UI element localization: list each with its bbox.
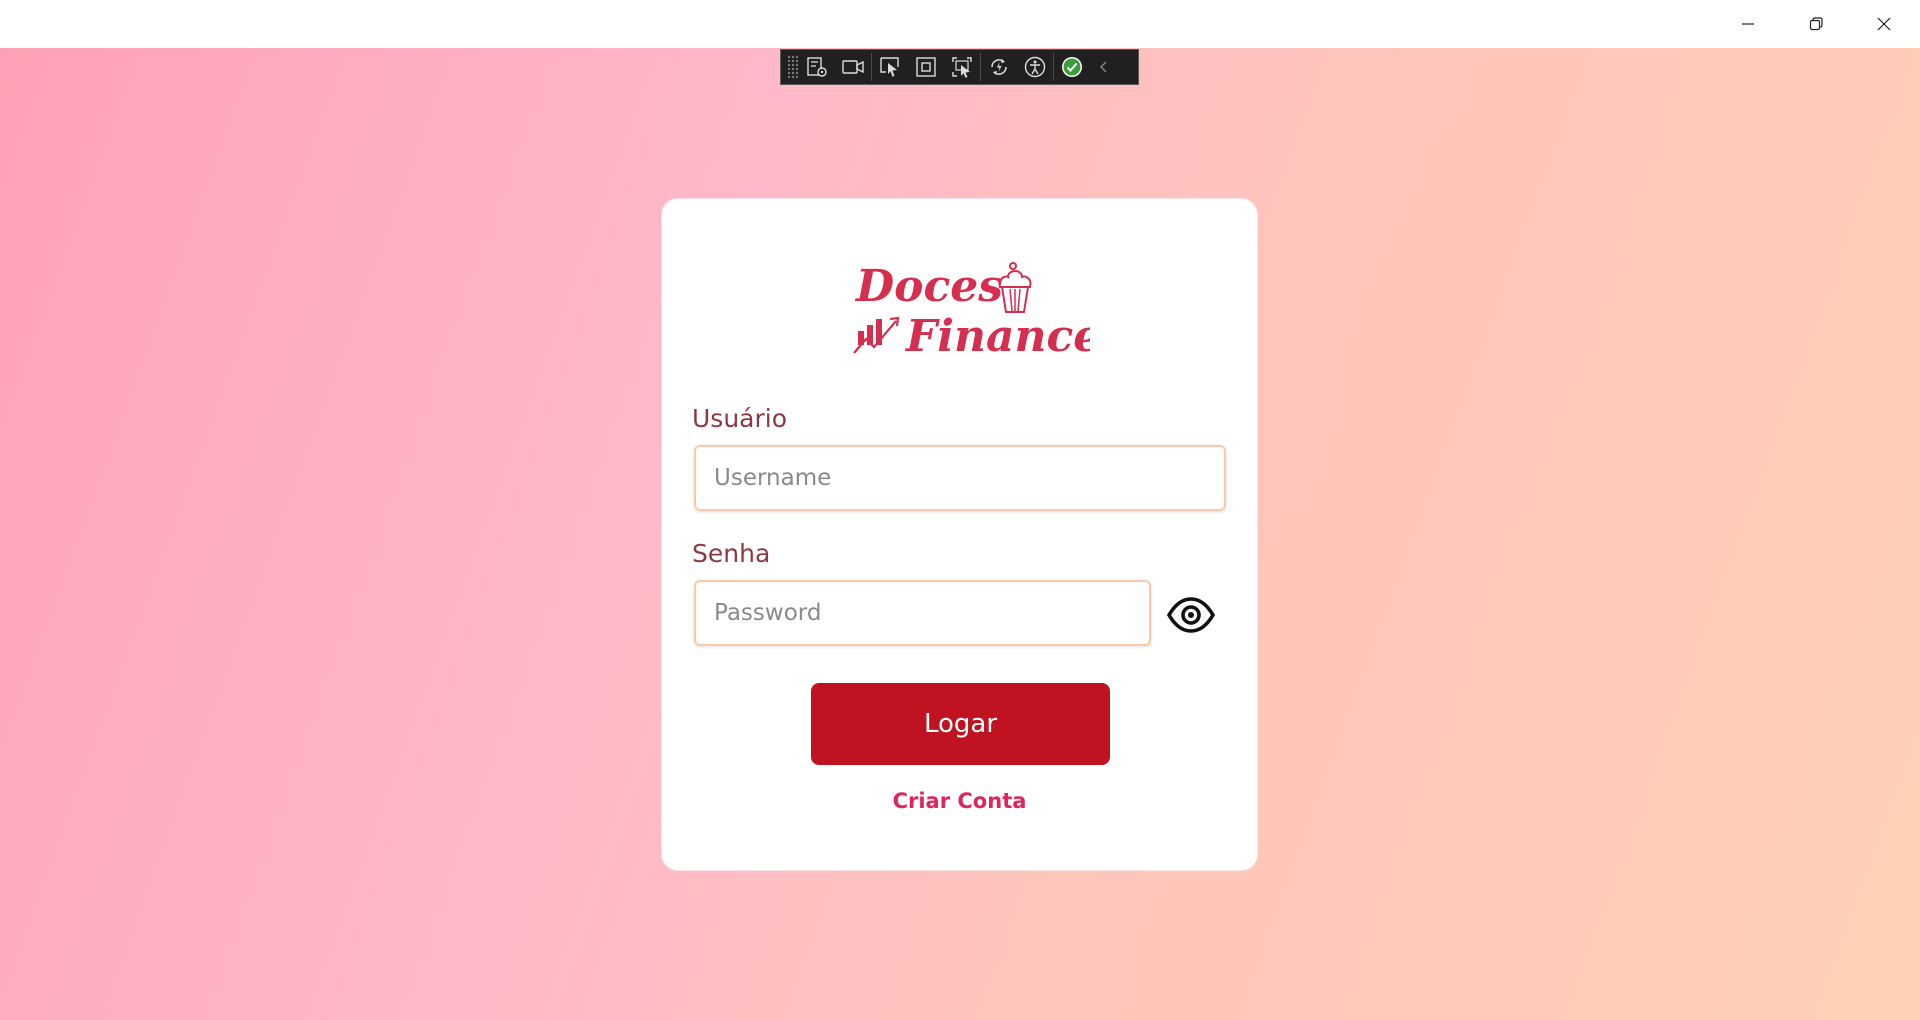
live-visual-tree-button[interactable] [799,50,835,84]
username-input[interactable] [694,445,1226,511]
select-element-icon [880,57,899,77]
close-button[interactable] [1850,0,1918,48]
cupcake-icon [998,262,1032,313]
collapse-icon [1100,61,1107,73]
display-layout-adorners-icon [916,57,936,77]
track-focus-icon [952,57,972,78]
restore-button[interactable] [1782,0,1850,48]
minimize-icon [1742,23,1754,25]
password-input[interactable] [694,580,1151,646]
accessibility-button[interactable] [1017,50,1053,84]
eye-icon [1166,597,1216,633]
password-label: Senha [692,539,771,568]
accessibility-icon [1024,56,1046,78]
binding-status-button[interactable] [1054,50,1090,84]
title-bar [0,0,1920,48]
app-window: Doces Finance Usuário Senha [0,0,1920,1020]
record-button[interactable] [835,50,871,84]
create-account-link[interactable]: Criar Conta [662,789,1257,813]
select-element-button[interactable] [872,50,908,84]
restore-icon [1809,17,1823,31]
collapse-toolbar-button[interactable] [1090,50,1118,84]
binding-status-icon [1062,57,1082,77]
hot-reload-button[interactable] [981,50,1017,84]
track-focus-button[interactable] [944,50,980,84]
record-icon [842,60,864,74]
username-label: Usuário [692,404,788,433]
toolbar-grip[interactable] [787,55,799,79]
hot-reload-icon [991,59,1007,75]
login-button[interactable]: Logar [811,683,1110,765]
xaml-debug-toolbar [780,49,1139,85]
login-card: Doces Finance Usuário Senha [662,199,1257,870]
minimize-button[interactable] [1714,0,1782,48]
close-icon [1877,17,1891,31]
display-layout-adorners-button[interactable] [908,50,944,84]
doces-finance-logo: Doces Finance [853,261,1090,362]
svg-text:Finance: Finance [904,311,1090,362]
growth-chart-icon [853,316,900,354]
show-password-button[interactable] [1165,589,1217,641]
live-visual-tree-icon [807,57,827,77]
svg-text:Doces: Doces [854,261,1003,312]
